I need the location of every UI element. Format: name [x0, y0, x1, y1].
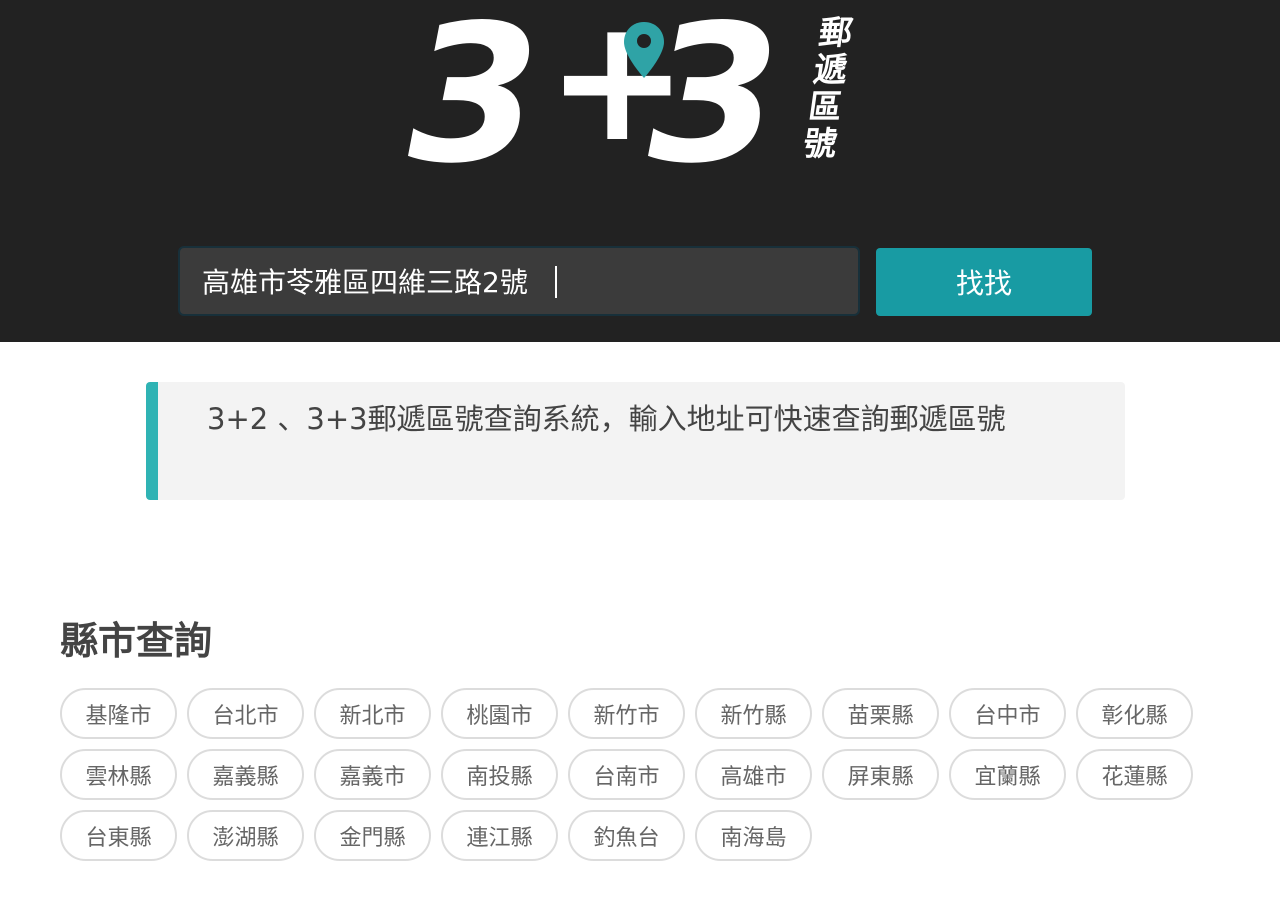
city-chip[interactable]: 台南市 [568, 749, 685, 800]
city-chip[interactable]: 台東縣 [60, 810, 177, 861]
logo[interactable]: 3 + 3 郵遞區號 [400, 0, 870, 190]
text-caret [555, 266, 557, 298]
city-chip[interactable]: 屏東縣 [822, 749, 939, 800]
section-title-city-lookup: 縣市查詢 [60, 619, 213, 663]
city-chip[interactable]: 花蓮縣 [1076, 749, 1193, 800]
logo-side-text: 郵遞區號 [800, 13, 856, 163]
city-chip[interactable]: 金門縣 [314, 810, 431, 861]
logo-digit-right: 3 [648, 0, 780, 205]
city-chip[interactable]: 高雄市 [695, 749, 812, 800]
city-chip[interactable]: 嘉義市 [314, 749, 431, 800]
info-notice: 3+2 、3+3郵遞區號查詢系統，輸入地址可快速查詢郵遞區號 [146, 382, 1125, 500]
city-chip[interactable]: 澎湖縣 [187, 810, 304, 861]
city-chip[interactable]: 台中市 [949, 688, 1066, 739]
city-chip-list: 基隆市 台北市 新北市 桃園市 新竹市 新竹縣 苗栗縣 台中市 彰化縣 雲林縣 嘉義縣 嘉義市 南投縣台… [60, 688, 1210, 861]
city-chip[interactable]: 基隆市 [60, 688, 177, 739]
city-chip[interactable]: 彰化縣 [1076, 688, 1193, 739]
map-pin-icon [624, 22, 664, 78]
city-chip[interactable]: 新北市 [314, 688, 431, 739]
search-button[interactable]: 找找 [876, 248, 1092, 316]
city-chip[interactable]: 嘉義縣 [187, 749, 304, 800]
city-chip[interactable]: 南投縣 [441, 749, 558, 800]
city-chip[interactable]: 連江縣 [441, 810, 558, 861]
address-search-input[interactable] [178, 246, 860, 316]
city-chip[interactable]: 宜蘭縣 [949, 749, 1066, 800]
logo-digit-left: 3 [408, 0, 540, 205]
city-chip[interactable]: 桃園市 [441, 688, 558, 739]
city-chip[interactable]: 南海島 [695, 810, 812, 861]
city-chip[interactable]: 新竹縣 [695, 688, 812, 739]
city-chip[interactable]: 新竹市 [568, 688, 685, 739]
city-chip[interactable]: 苗栗縣 [822, 688, 939, 739]
city-chip[interactable]: 釣魚台 [568, 810, 685, 861]
header: 3 + 3 郵遞區號 找找 [0, 0, 1280, 342]
city-chip[interactable]: 雲林縣 [60, 749, 177, 800]
city-chip[interactable]: 台北市 [187, 688, 304, 739]
